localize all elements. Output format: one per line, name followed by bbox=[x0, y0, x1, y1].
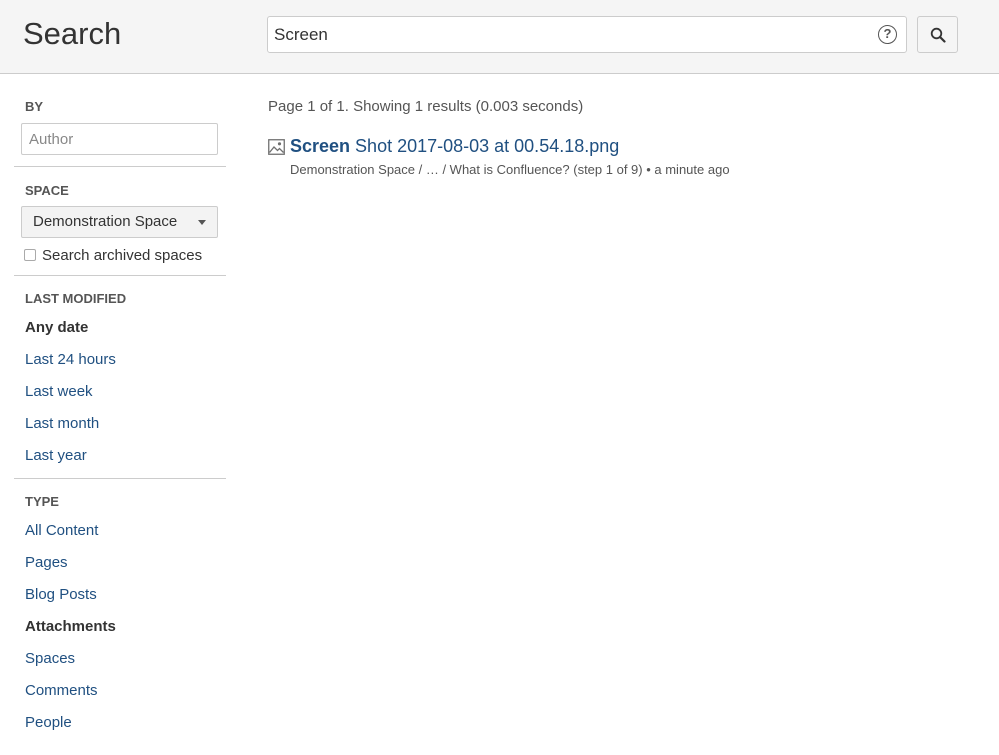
archived-spaces-row[interactable]: Search archived spaces bbox=[24, 246, 226, 264]
last-modified-list: Any date Last 24 hours Last week Last month… bbox=[14, 318, 226, 478]
archived-spaces-checkbox[interactable] bbox=[24, 249, 36, 261]
filter-date-last-24-hours[interactable]: Last 24 hours bbox=[14, 350, 226, 382]
filter-date-last-week[interactable]: Last week bbox=[14, 382, 226, 414]
filter-type-all-content[interactable]: All Content bbox=[14, 521, 226, 553]
filter-last-modified-section: LAST MODIFIED Any date Last 24 hours Last … bbox=[14, 276, 226, 479]
search-button[interactable] bbox=[917, 16, 958, 53]
filter-date-last-month[interactable]: Last month bbox=[14, 414, 226, 446]
filter-type-comments[interactable]: Comments bbox=[14, 681, 226, 713]
filter-type-pages[interactable]: Pages bbox=[14, 553, 226, 585]
filter-type-attachments[interactable]: Attachments bbox=[14, 617, 226, 649]
filter-space-section: SPACE Demonstration Space Search archive… bbox=[14, 167, 226, 276]
result-meta: Demonstration Space / … / What is Conflu… bbox=[290, 162, 730, 177]
type-list: All Content Pages Blog Posts Attachments Spa… bbox=[14, 521, 226, 745]
archived-spaces-label: Search archived spaces bbox=[42, 246, 203, 264]
help-icon[interactable]: ? bbox=[878, 25, 897, 44]
type-heading: TYPE bbox=[25, 494, 59, 509]
result-title-rest: Shot 2017-08-03 at 00.54.18.png bbox=[350, 136, 620, 156]
search-input[interactable] bbox=[274, 17, 864, 52]
image-file-icon bbox=[268, 139, 285, 155]
search-icon bbox=[930, 27, 946, 43]
space-select[interactable]: Demonstration Space bbox=[21, 206, 218, 238]
header-bar: Search ? bbox=[0, 0, 999, 74]
filter-type-section: TYPE All Content Pages Blog Posts Attachmen… bbox=[14, 479, 226, 745]
result-title-highlight: Screen bbox=[290, 136, 351, 156]
filter-type-spaces[interactable]: Spaces bbox=[14, 649, 226, 681]
author-input[interactable] bbox=[21, 123, 218, 155]
filter-by-section: BY bbox=[14, 74, 226, 167]
filter-type-blog-posts[interactable]: Blog Posts bbox=[14, 585, 226, 617]
sidebar: BY SPACE Demonstration Space Search arch… bbox=[14, 74, 226, 745]
search-box[interactable]: ? bbox=[267, 16, 907, 53]
page-title: Search bbox=[23, 16, 122, 51]
space-select-value: Demonstration Space bbox=[33, 213, 178, 230]
last-modified-heading: LAST MODIFIED bbox=[25, 291, 127, 306]
filter-date-last-year[interactable]: Last year bbox=[14, 446, 226, 478]
result-title-link[interactable]: Screen Shot 2017-08-03 at 00.54.18.png bbox=[290, 136, 619, 157]
chevron-down-icon bbox=[198, 220, 206, 225]
results-summary: Page 1 of 1. Showing 1 results (0.003 se… bbox=[268, 98, 584, 115]
filter-date-any-date[interactable]: Any date bbox=[14, 318, 226, 350]
by-heading: BY bbox=[25, 99, 44, 114]
filter-type-people[interactable]: People bbox=[14, 713, 226, 745]
space-heading: SPACE bbox=[25, 183, 69, 198]
